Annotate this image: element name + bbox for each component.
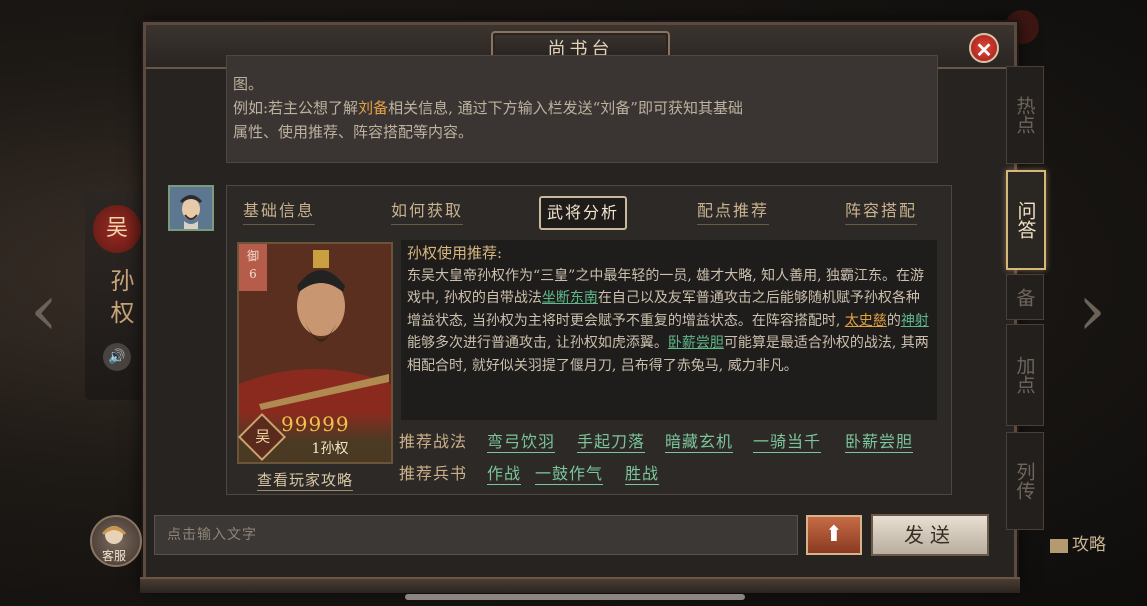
answer-tabs: 基础信息 如何获取 武将分析 配点推荐 阵容搭配	[227, 186, 951, 232]
up-arrow-button[interactable]: ⬆	[806, 515, 862, 555]
tab-how-to-obtain[interactable]: 如何获取	[391, 198, 464, 225]
analysis-heading: 孙权使用推荐:	[407, 244, 503, 262]
analysis-text: 能够多次进行普通攻击, 让孙权如虎添翼。	[407, 335, 668, 351]
avatar-portrait-icon	[170, 187, 212, 229]
tab-point-recommend[interactable]: 配点推荐	[697, 198, 770, 225]
tactic-item[interactable]: 卧薪尝胆	[845, 428, 914, 453]
tab-hero-analysis[interactable]: 武将分析	[539, 196, 628, 230]
hero-badge-num: 6	[249, 267, 257, 281]
customer-service-label: 客服	[101, 549, 126, 563]
prev-arrow-icon[interactable]: ‹	[30, 270, 70, 350]
recommendations: 推荐战法 弯弓饮羽 手起刀落 暗藏玄机 一骑当千 卧薪尝胆 推荐兵书 作战 一鼓…	[399, 426, 939, 490]
book-item[interactable]: 作战	[487, 460, 522, 485]
side-tab-biography[interactable]: 列传	[1006, 432, 1044, 530]
tab-basic-info[interactable]: 基础信息	[243, 198, 316, 225]
tab-lineup[interactable]: 阵容搭配	[845, 198, 918, 225]
recommended-tactics-row: 推荐战法 弯弓饮羽 手起刀落 暗藏玄机 一骑当千 卧薪尝胆	[399, 426, 939, 458]
side-tab-qa[interactable]: 问答	[1006, 170, 1046, 270]
hero-card[interactable]: 御6 吴 99999 1孙权	[237, 242, 393, 464]
shangshutai-dialog: 尚书台 ✕ 图。 例如:若主公想了解刘备相关信息, 通过下方输入栏发送“刘备”即…	[90, 22, 1020, 593]
hero-stars: 99999	[281, 412, 350, 436]
tactic-link-zuoduandongnan[interactable]: 坐断东南	[542, 290, 598, 306]
intro-line-1: 图。	[233, 75, 264, 93]
hero-link-taishici[interactable]: 太史慈	[845, 313, 887, 329]
recommended-books-label: 推荐兵书	[399, 464, 468, 483]
hero-card-name: 1孙权	[311, 441, 349, 457]
hero-analysis-text: 孙权使用推荐: 东吴大皇帝孙权作为“三皇”之中最年轻的一员, 雄才大略, 知人善…	[401, 240, 937, 420]
analysis-body: 东吴大皇帝孙权作为“三皇”之中最年轻的一员, 雄才大略, 知人善用, 独霸江东。…	[407, 265, 931, 378]
book-item[interactable]: 胜战	[625, 460, 660, 485]
intro-line-3: 属性、使用推荐、阵容搭配等内容。	[233, 123, 474, 141]
tactic-item[interactable]: 手起刀落	[577, 428, 646, 453]
side-tab-points[interactable]: 加点	[1006, 324, 1044, 426]
kingdom-seal-icon: 吴	[93, 205, 141, 253]
intro-cut-line	[233, 62, 929, 72]
speaker-icon[interactable]: 🔊	[103, 343, 131, 371]
intro-text-part: 例如:若主公想了解	[233, 99, 359, 117]
hero-kingdom-text: 吴	[255, 427, 271, 446]
intro-line-2: 例如:若主公想了解刘备相关信息, 通过下方输入栏发送“刘备”即可获知其基础	[233, 96, 929, 120]
book-icon	[1050, 538, 1068, 553]
intro-highlight-liubei: 刘备	[358, 99, 389, 117]
recommended-books-row: 推荐兵书 作战 一鼓作气 胜战	[399, 458, 939, 490]
analysis-text: 的	[886, 312, 901, 329]
next-arrow-icon[interactable]: ›	[1078, 270, 1118, 350]
strategy-label: 攻略	[1072, 535, 1106, 555]
intro-text: 图。 例如:若主公想了解刘备相关信息, 通过下方输入栏发送“刘备”即可获知其基础…	[226, 55, 938, 163]
answer-card: 基础信息 如何获取 武将分析 配点推荐 阵容搭配 御6 吴 99999 1孙权 …	[226, 185, 952, 495]
tactic-item[interactable]: 暗藏玄机	[665, 428, 734, 453]
side-tab-hot[interactable]: 热点	[1006, 66, 1044, 164]
tactic-link-woxinchangdan[interactable]: 卧薪尝胆	[668, 335, 724, 351]
side-tab-prep[interactable]: 备	[1006, 274, 1044, 320]
tactic-link-shenshe[interactable]: 神射	[901, 313, 929, 329]
send-button[interactable]: 发送	[871, 514, 989, 556]
player-guide-link[interactable]: 查看玩家攻略	[257, 469, 354, 491]
recommended-tactics-label: 推荐战法	[399, 432, 468, 451]
chat-input[interactable]: 点击输入文字	[154, 515, 798, 555]
background-hero-name: 孙权	[106, 268, 134, 332]
hero-badge: 御6	[239, 244, 267, 291]
hero-badge-top: 御	[246, 249, 259, 263]
tactic-item[interactable]: 一骑当千	[753, 428, 822, 453]
tactic-item[interactable]: 弯弓饮羽	[487, 428, 556, 453]
advisor-avatar	[168, 185, 214, 231]
close-button[interactable]: ✕	[969, 33, 999, 63]
strategy-button[interactable]: 攻略	[1050, 530, 1106, 555]
intro-text-part: 相关信息, 通过下方输入栏发送“刘备”即可获知其基础	[388, 99, 743, 117]
dialog-footer-frame	[140, 577, 1020, 593]
home-indicator[interactable]	[405, 594, 745, 600]
book-item[interactable]: 一鼓作气	[535, 460, 604, 485]
